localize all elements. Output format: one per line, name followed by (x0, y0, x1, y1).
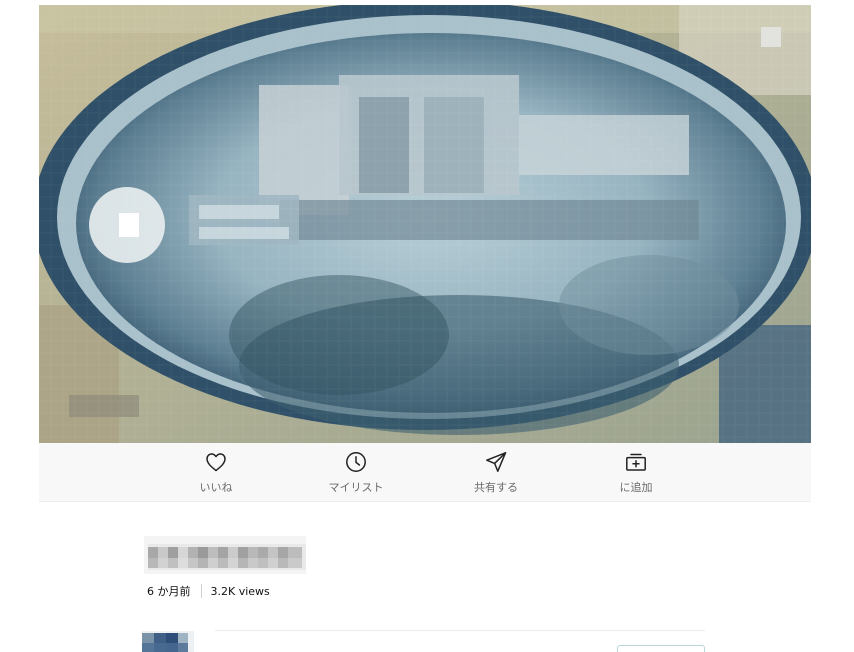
meta-divider (200, 584, 202, 598)
action-bar: いいね マイリスト 共有する に追加 (39, 443, 811, 502)
video-thumbnail (39, 5, 811, 443)
like-button[interactable]: いいね (156, 449, 276, 497)
heart-icon (204, 450, 228, 474)
share-label: 共有する (474, 481, 518, 494)
channel-divider (215, 630, 705, 631)
view-count: 3.2K views (210, 585, 270, 598)
send-icon (484, 450, 508, 474)
mylist-label: マイリスト (328, 481, 384, 494)
video-meta: 6 か月前 3.2K views (147, 584, 270, 600)
mylist-button[interactable]: マイリスト (296, 449, 416, 497)
upload-age: 6 か月前 (147, 585, 191, 598)
add-to-label: に追加 (619, 481, 653, 494)
collection-add-icon (624, 450, 648, 474)
channel-avatar[interactable] (142, 631, 194, 652)
video-title (144, 536, 306, 574)
add-to-button[interactable]: に追加 (576, 449, 696, 497)
video-player[interactable] (39, 5, 811, 443)
clock-icon (344, 450, 368, 474)
play-icon[interactable] (89, 187, 165, 263)
like-label: いいね (199, 481, 233, 494)
share-button[interactable]: 共有する (436, 449, 556, 497)
follow-button[interactable] (617, 645, 705, 652)
video-page: いいね マイリスト 共有する に追加 6 か月前 3.2K views (0, 0, 854, 652)
